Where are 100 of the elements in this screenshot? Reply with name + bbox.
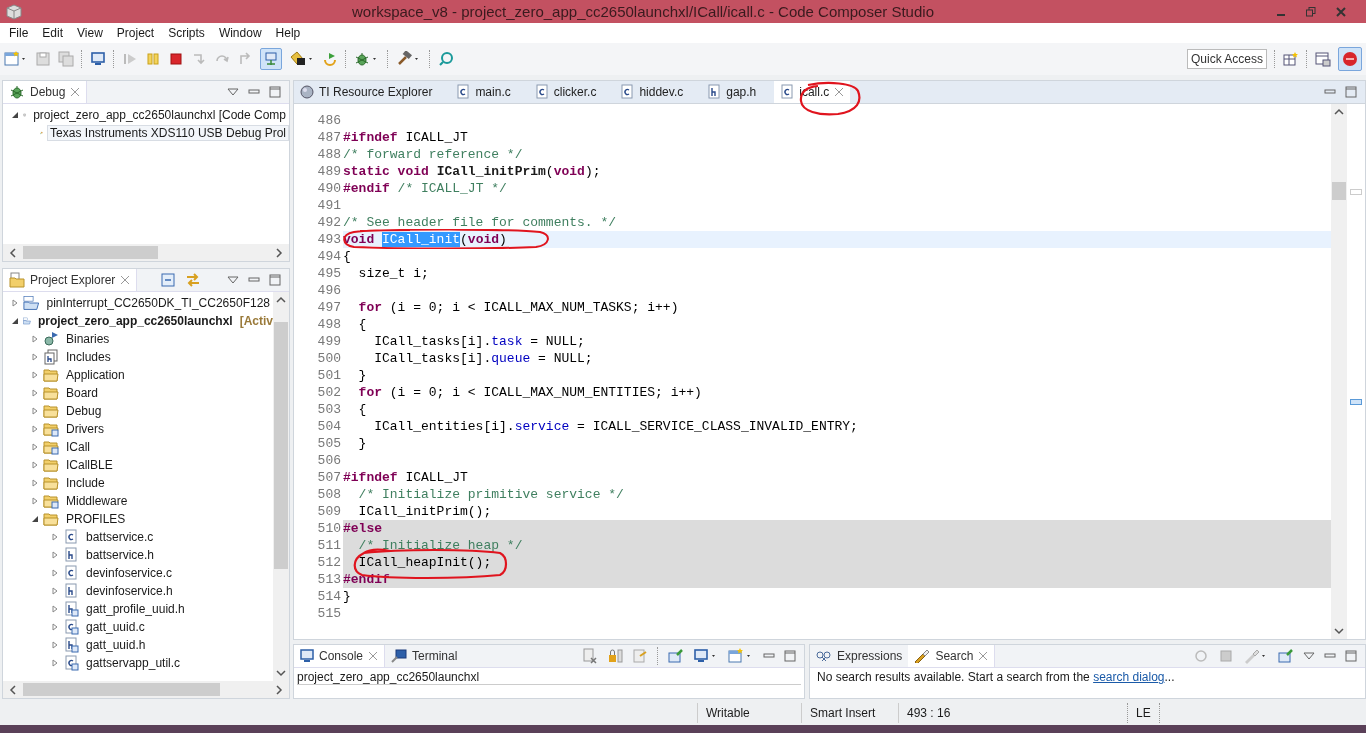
clear-console-icon[interactable] [582, 648, 598, 664]
scroll-down-icon[interactable] [276, 669, 286, 677]
monitor-icon[interactable] [90, 51, 106, 67]
tree-item[interactable]: gattservapp_util.c [83, 655, 184, 671]
collapsed-arrow-icon[interactable] [51, 623, 59, 631]
tree-item[interactable]: pinInterrupt_CC2650DK_TI_CC2650F128 [43, 295, 273, 311]
close-icon[interactable] [1336, 6, 1346, 17]
toggle-button[interactable] [260, 48, 282, 70]
pause-icon[interactable] [145, 51, 161, 67]
view-tab[interactable]: Project Explorer [3, 269, 138, 291]
collapsed-arrow-icon[interactable] [31, 425, 39, 433]
close-icon[interactable] [978, 651, 989, 661]
menu-item[interactable]: Scripts [161, 26, 212, 40]
search-dialog-link[interactable]: search dialog [1093, 670, 1165, 684]
vertical-scrollbar[interactable] [273, 292, 289, 681]
scroll-lock-icon[interactable] [607, 648, 623, 664]
horizontal-scrollbar[interactable] [3, 244, 289, 261]
minimize-icon[interactable] [248, 87, 260, 97]
tree-item[interactable]: battservice.h [83, 547, 158, 563]
step-into-icon[interactable] [191, 51, 207, 67]
scroll-left-icon[interactable] [9, 684, 17, 695]
tree-item[interactable]: devinfoservice.c [83, 565, 176, 581]
collapsed-arrow-icon[interactable] [31, 407, 39, 415]
tree-item[interactable]: Board [63, 385, 102, 401]
scroll-left-icon[interactable] [9, 247, 17, 258]
view-tab[interactable]: Expressions [810, 645, 909, 667]
expanded-arrow-icon[interactable] [11, 111, 19, 119]
vertical-scrollbar[interactable] [1331, 104, 1347, 639]
view-tab[interactable]: Search [908, 645, 996, 667]
menu-item[interactable]: View [70, 26, 110, 40]
collapsed-arrow-icon[interactable] [51, 587, 59, 595]
tree-item[interactable]: gatt_profile_uuid.h [83, 601, 188, 617]
tree-item[interactable]: devinfoservice.h [83, 583, 176, 599]
maximize-icon[interactable] [1345, 86, 1357, 98]
maximize-icon[interactable] [269, 274, 281, 286]
scroll-up-icon[interactable] [276, 296, 286, 304]
scroll-thumb[interactable] [1332, 182, 1346, 200]
view-menu-icon[interactable] [227, 87, 239, 97]
collapsed-arrow-icon[interactable] [51, 569, 59, 577]
tree-item[interactable]: battservice.c [83, 529, 157, 545]
editor-tab[interactable]: hiddev.c [614, 81, 702, 103]
collapsed-arrow-icon[interactable] [51, 533, 59, 541]
maximize-icon[interactable] [269, 86, 281, 98]
menu-item[interactable]: Help [268, 26, 308, 40]
editor-tab[interactable]: TI Resource Explorer [294, 81, 451, 103]
minimize-icon[interactable] [248, 275, 260, 285]
close-icon[interactable] [834, 87, 845, 97]
scroll-thumb[interactable] [23, 683, 220, 696]
close-icon[interactable] [120, 275, 131, 285]
view-tab[interactable]: Terminal [385, 645, 464, 667]
collapsed-arrow-icon[interactable] [31, 353, 39, 361]
overview-marker[interactable] [1350, 189, 1362, 195]
scroll-thumb[interactable] [23, 246, 159, 259]
collapsed-arrow-icon[interactable] [11, 299, 19, 307]
resume-icon[interactable] [122, 51, 138, 67]
view-menu-icon[interactable] [227, 275, 239, 285]
tree-item[interactable]: Drivers [63, 421, 107, 437]
collapsed-arrow-icon[interactable] [31, 443, 39, 451]
scroll-up-icon[interactable] [1334, 108, 1344, 116]
tree-item[interactable]: Debug [63, 403, 105, 419]
save-icon[interactable] [35, 51, 51, 67]
perspective-icon[interactable] [1315, 51, 1331, 67]
editor-tab[interactable]: clicker.c [528, 81, 615, 103]
minimize-icon[interactable] [1324, 651, 1336, 661]
collapsed-arrow-icon[interactable] [51, 659, 59, 667]
chip-icon[interactable] [289, 51, 315, 67]
close-icon[interactable] [368, 651, 379, 661]
collapsed-arrow-icon[interactable] [31, 479, 39, 487]
scroll-thumb[interactable] [274, 322, 288, 570]
minimize-icon[interactable] [763, 651, 775, 661]
tree-item[interactable]: Application [63, 367, 128, 383]
new-file-icon[interactable] [4, 51, 28, 67]
tree-item[interactable]: Middleware [63, 493, 131, 509]
maximize-icon[interactable] [1345, 650, 1357, 662]
menu-item[interactable]: File [2, 26, 36, 40]
restore-icon[interactable] [1306, 6, 1316, 17]
collapsed-arrow-icon[interactable] [51, 551, 59, 559]
debug-perspective-button[interactable] [1338, 47, 1362, 71]
tree-item[interactable]: PROFILES [63, 511, 129, 527]
tree-item[interactable]: Include [63, 475, 108, 491]
collapsed-arrow-icon[interactable] [31, 497, 39, 505]
step-return-icon[interactable] [237, 51, 253, 67]
collapsed-arrow-icon[interactable] [51, 605, 59, 613]
minimize-icon[interactable] [1324, 87, 1336, 97]
quick-access-field[interactable]: Quick Access [1186, 49, 1267, 69]
tree-item[interactable]: ICall [63, 439, 93, 455]
editor-tab[interactable]: gap.h [701, 81, 775, 103]
menu-item[interactable]: Project [109, 26, 162, 40]
view-menu-icon[interactable] [1303, 651, 1315, 661]
tree-item[interactable]: project_zero_app_cc2650launchxl [Code Comp [30, 107, 289, 123]
view-tab[interactable]: Console [294, 645, 386, 667]
collapsed-arrow-icon[interactable] [31, 389, 39, 397]
tree-item[interactable]: Includes [63, 349, 114, 365]
scroll-right-icon[interactable] [275, 247, 283, 258]
close-icon[interactable] [70, 87, 81, 97]
editor-tab[interactable]: main.c [450, 81, 529, 103]
save-all-icon[interactable] [58, 51, 74, 67]
view-tab[interactable]: Debug [3, 81, 88, 103]
pin-page-icon[interactable] [632, 648, 648, 664]
collapsed-arrow-icon[interactable] [31, 371, 39, 379]
